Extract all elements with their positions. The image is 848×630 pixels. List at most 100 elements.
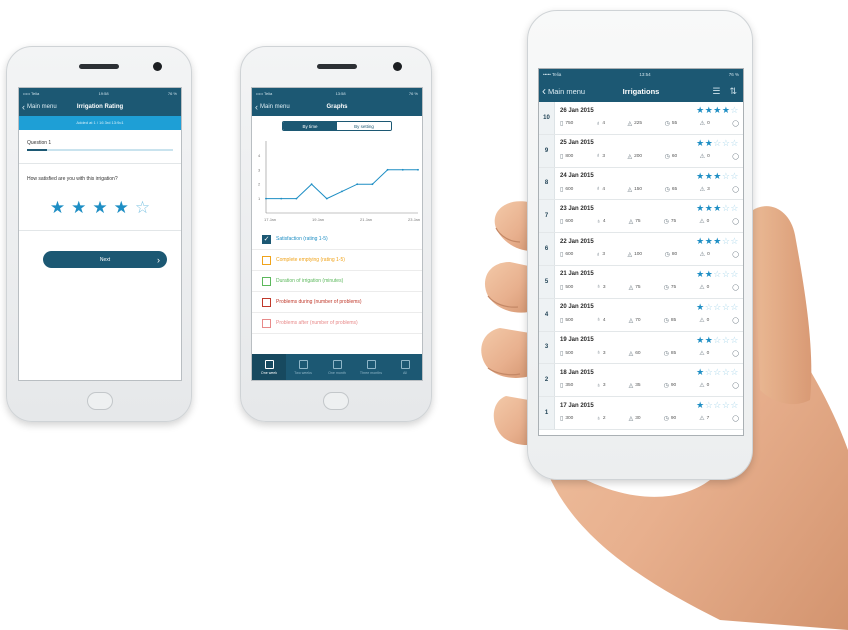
checkbox[interactable]: ✓ xyxy=(262,234,271,244)
data-point xyxy=(295,197,298,200)
flow-icon: ◬ xyxy=(628,416,634,423)
list-item[interactable]: 8 24 Jan 2015 ★★★☆☆ ▯ 600 ♁ 4 ◬ 150 ◷ 65 ⚠ 3 ◯ xyxy=(539,167,743,201)
segment-by-setting[interactable]: By setting xyxy=(337,122,391,130)
comment-icon: ◯ xyxy=(732,284,739,291)
tab-all[interactable]: All xyxy=(388,354,422,380)
next-button[interactable]: Next › xyxy=(43,251,167,268)
checkbox[interactable] xyxy=(262,318,271,328)
list-item[interactable]: 7 23 Jan 2015 ★★★☆☆ ▯ 600 ♁ 4 ◬ 75 ◷ 75 ⚠ 0 ◯ xyxy=(539,200,743,234)
question-prompt: How satisfied are you with this irrigati… xyxy=(27,176,118,182)
bottle-icon: ▯ xyxy=(560,153,564,160)
clock-label: 13:58 xyxy=(335,90,346,96)
item-metrics: ▯ 300 ♁ 2 ◬ 30 ◷ 90 ⚠ 7 ◯ xyxy=(560,412,739,423)
calendar-icon xyxy=(264,359,274,369)
list-icon[interactable]: ☰ xyxy=(712,86,720,97)
metric-value: 100 xyxy=(634,252,643,258)
warning-icon: ⚠ xyxy=(699,284,705,291)
star-icon[interactable]: ★ xyxy=(71,198,86,218)
list-item[interactable]: 3 19 Jan 2015 ★★☆☆☆ ▯ 500 ♁ 3 ◬ 60 ◷ 85 ⚠ 0 ◯ xyxy=(539,331,743,365)
metric-value: 70 xyxy=(635,317,641,323)
star-icon: ☆ xyxy=(713,301,722,312)
star-icon: ★ xyxy=(704,334,714,345)
legend-row[interactable]: Problems after (number of problems) xyxy=(252,313,422,334)
metric-value: 75 xyxy=(670,219,677,225)
nav-bar: ‹ Main menu Graphs xyxy=(252,98,422,116)
metric: ⚠ 0 xyxy=(699,350,709,357)
calendar-icon xyxy=(298,359,308,369)
legend-row[interactable]: Duration of irrigation (minutes) xyxy=(252,271,422,292)
metric-value: 80 xyxy=(671,252,678,258)
metric: ◷ 85 xyxy=(664,317,677,324)
checkbox[interactable] xyxy=(262,297,271,307)
bottle-icon: ▯ xyxy=(560,383,564,390)
star-icon[interactable]: ★ xyxy=(92,198,107,218)
clock-icon: ◷ xyxy=(664,121,670,127)
star-icon: ★ xyxy=(696,334,705,345)
flow-icon: ◬ xyxy=(628,383,634,390)
tab-label: Three months xyxy=(359,370,383,375)
metric-value: 200 xyxy=(634,153,643,159)
home-button[interactable] xyxy=(323,392,349,410)
rating-stars: ★★☆☆☆ xyxy=(696,138,739,149)
tab-one-week[interactable]: One week xyxy=(252,354,286,380)
item-body: 22 Jan 2015 ★★★☆☆ ▯ 600 ♁ 3 ◬ 100 ◷ 80 ⚠ 0 ◯ xyxy=(555,233,743,265)
metric-value: 7 xyxy=(706,416,710,422)
list-item[interactable]: 6 22 Jan 2015 ★★★☆☆ ▯ 600 ♁ 3 ◬ 100 ◷ 80 ⚠ 0 ◯ xyxy=(539,233,743,266)
metric-value: 90 xyxy=(670,383,677,389)
legend-row[interactable]: Problems during (number of problems) xyxy=(252,292,422,313)
flow-icon: ◬ xyxy=(627,153,633,160)
item-header: 24 Jan 2015 ★★★☆☆ xyxy=(560,170,739,183)
clock-icon: ◷ xyxy=(663,317,669,324)
metric-value: 3 xyxy=(602,284,606,290)
metric: ⚠ 0 xyxy=(700,251,710,258)
checkbox[interactable] xyxy=(262,276,271,286)
checkbox[interactable] xyxy=(262,255,271,265)
home-button[interactable] xyxy=(87,392,113,410)
back-button[interactable]: ‹ Main menu xyxy=(539,85,585,97)
drop-icon: ♁ xyxy=(596,382,601,389)
metric-value: 75 xyxy=(670,284,677,290)
list-item[interactable]: 10 26 Jan 2015 ★★★★☆ ▯ 750 ♁ 4 ◬ 225 ◷ 55 ⚠ 0 ◯ xyxy=(539,102,743,135)
star-icon[interactable]: ☆ xyxy=(135,198,150,218)
metric: ▯ 350 xyxy=(560,382,573,389)
segment-by-time[interactable]: By time xyxy=(283,122,337,130)
item-header: 26 Jan 2015 ★★★★☆ xyxy=(560,104,739,117)
item-number: 6 xyxy=(539,233,555,265)
sort-icon[interactable]: ⇅ xyxy=(729,86,737,97)
star-icon[interactable]: ★ xyxy=(50,198,65,218)
drop-icon: ♁ xyxy=(595,186,601,193)
rating-stars[interactable]: ★ ★ ★ ★ ☆ xyxy=(19,194,181,230)
tab-two-weeks[interactable]: Two weeks xyxy=(286,354,320,380)
data-point xyxy=(371,183,374,186)
rating-stars: ★★★☆☆ xyxy=(696,171,739,182)
list-item[interactable]: 1 17 Jan 2015 ★☆☆☆☆ ▯ 300 ♁ 2 ◬ 30 ◷ 90 ⚠ 7 ◯ xyxy=(539,397,743,430)
back-label: Main menu xyxy=(548,86,586,96)
rating-stars: ★☆☆☆☆ xyxy=(696,302,739,313)
x-tick-label: 23 Jan xyxy=(408,217,420,222)
list-item[interactable]: 9 25 Jan 2015 ★★☆☆☆ ▯ 800 ♁ 3 ◬ 200 ◷ 60 ⚠ 0 ◯ xyxy=(539,134,743,168)
tab-three-months[interactable]: Three months xyxy=(354,354,388,380)
metric-value: 0 xyxy=(706,219,710,225)
rating-stars: ★★★★☆ xyxy=(696,105,739,116)
legend-row[interactable]: Complete emptying (rating 1-5) xyxy=(252,250,422,271)
list-item[interactable]: 4 20 Jan 2015 ★☆☆☆☆ ▯ 500 ♁ 4 ◬ 70 ◷ 85 ⚠ 0 ◯ xyxy=(539,298,743,332)
back-button[interactable]: ‹ Main menu xyxy=(252,102,290,112)
item-metrics: ▯ 500 ♁ 4 ◬ 70 ◷ 85 ⚠ 0 ◯ xyxy=(560,314,739,324)
tab-one-month[interactable]: One month xyxy=(320,354,354,380)
star-icon[interactable]: ★ xyxy=(114,198,129,218)
metric-value: 300 xyxy=(565,416,574,422)
warning-icon: ⚠ xyxy=(699,121,706,127)
star-icon: ★ xyxy=(704,170,714,181)
metric-value: 0 xyxy=(706,284,710,290)
star-icon: ☆ xyxy=(713,268,722,279)
metric-value: 60 xyxy=(671,153,678,159)
star-icon: ☆ xyxy=(713,137,722,148)
back-button[interactable]: ‹ Main menu xyxy=(19,102,57,112)
item-number: 5 xyxy=(539,265,555,298)
calendar-icon xyxy=(400,359,410,369)
star-icon: ★ xyxy=(696,170,705,181)
comment-icon: ◯ xyxy=(732,317,739,324)
list-item[interactable]: 2 18 Jan 2015 ★☆☆☆☆ ▯ 350 ♁ 3 ◬ 35 ◷ 90 ⚠ 0 ◯ xyxy=(539,364,743,398)
list-item[interactable]: 5 21 Jan 2015 ★★☆☆☆ ▯ 500 ♁ 3 ◬ 75 ◷ 75 ⚠ 0 ◯ xyxy=(539,265,743,299)
legend-row[interactable]: ✓ Satisfaction (rating 1-5) xyxy=(252,229,422,250)
